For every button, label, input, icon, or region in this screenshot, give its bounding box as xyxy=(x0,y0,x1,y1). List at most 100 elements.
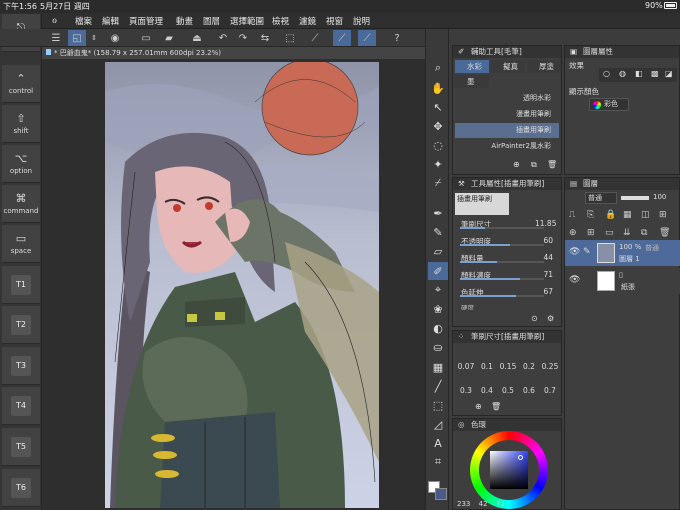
menu-edit[interactable]: 編輯 xyxy=(102,15,119,27)
slider-paint-amount[interactable]: 顏料量 44 xyxy=(455,252,573,264)
zoom-tool-icon[interactable]: ⌕ xyxy=(428,59,448,77)
display-color-select[interactable]: 彩色 xyxy=(589,98,629,111)
document-tab[interactable]: * 巴爺血鬼* (158.79 x 257.01mm 600dpi 23.2%) xyxy=(42,47,425,59)
t2-key[interactable]: T2 xyxy=(11,314,31,335)
brush-item-airpainter[interactable]: AirPainter2風水彩 xyxy=(455,139,559,154)
brush-tool-icon[interactable]: ✐ xyxy=(428,262,448,280)
redo-icon[interactable]: ↷ xyxy=(234,30,252,46)
effect-layer-color-icon[interactable]: ◧ xyxy=(635,69,643,78)
size-preset[interactable]: 0.25 xyxy=(539,362,561,371)
decoration-tool-icon[interactable]: ❀ xyxy=(428,300,448,318)
menu-selection[interactable]: 選擇範圍 xyxy=(230,15,264,27)
mask-icon[interactable]: ◫ xyxy=(641,210,650,220)
effect-dither-icon[interactable]: ▩ xyxy=(651,69,659,78)
hand-tool-icon[interactable]: ✋ xyxy=(428,79,448,97)
reference-layer-icon[interactable]: ⎘ xyxy=(587,210,594,220)
slider-brush-size[interactable]: 筆刷尺寸 11.85 xyxy=(455,218,573,230)
new-vector-layer-icon[interactable]: ⊞ xyxy=(587,228,595,238)
ruler-tool-icon[interactable]: ◿ xyxy=(428,415,448,433)
slider-paint-density[interactable]: 顏料濃度 71 xyxy=(455,269,573,281)
clip-layer-icon[interactable]: ⎍ xyxy=(569,210,575,220)
space-key[interactable]: ▭ space xyxy=(2,225,40,263)
move-layer-tool-icon[interactable]: ✥ xyxy=(428,117,448,135)
size-preset[interactable]: 0.07 xyxy=(455,362,477,371)
new-file-icon[interactable]: ▭ xyxy=(137,30,155,46)
merge-down-icon[interactable]: ⇊ xyxy=(623,228,631,238)
effect-tone-icon[interactable]: ◍ xyxy=(619,69,626,78)
lasso-tool-icon[interactable]: ◌ xyxy=(428,136,448,154)
size-preset[interactable]: 0.6 xyxy=(518,386,540,395)
slider-opacity[interactable]: 不透明度 60 xyxy=(455,235,573,247)
blend-mode-select[interactable]: 普通 xyxy=(585,192,617,204)
menu-page[interactable]: 頁面管理 xyxy=(129,15,163,27)
ruler-icon[interactable]: ⟋ xyxy=(306,30,324,46)
quick-access-icon[interactable]: ◱ xyxy=(68,30,86,46)
eyedropper-tool-icon[interactable]: ⌿ xyxy=(428,174,448,192)
layer-row-paper[interactable]: 👁 ▯ 紙張 xyxy=(565,268,680,294)
airbrush-tool-icon[interactable]: ⌖ xyxy=(428,281,448,299)
duplicate-layer-icon[interactable]: ⧉ xyxy=(641,228,647,238)
new-raster-layer-icon[interactable]: ⊕ xyxy=(569,228,577,238)
menu-layer[interactable]: 圖層 xyxy=(203,15,220,27)
t5-key[interactable]: T5 xyxy=(11,436,31,457)
hue-ring[interactable] xyxy=(470,431,548,509)
menu-view[interactable]: 檢視 xyxy=(272,15,289,27)
command-key[interactable]: ⌘ command xyxy=(2,185,40,223)
record-icon[interactable]: ◉ xyxy=(106,30,124,46)
size-preset[interactable]: 0.4 xyxy=(476,386,498,395)
add-size-icon[interactable]: ⊕ xyxy=(475,402,482,411)
t3-key[interactable]: T3 xyxy=(11,355,31,376)
eraser-tool-icon[interactable]: ▱ xyxy=(428,242,448,260)
chevron-updown-icon[interactable]: ⇕ xyxy=(89,30,99,46)
snap-ruler-icon[interactable]: ⟋ xyxy=(333,30,351,46)
transform-icon[interactable]: ⬚ xyxy=(281,30,299,46)
gradient-tool-icon[interactable]: ▦ xyxy=(428,358,448,376)
snap-special-ruler-icon[interactable]: ⟋ xyxy=(358,30,376,46)
subtool-tab-watercolor[interactable]: 水彩 xyxy=(455,60,489,73)
undo-icon[interactable]: ↶ xyxy=(214,30,232,46)
figure-tool-icon[interactable]: ╱ xyxy=(428,377,448,395)
size-preset[interactable]: 0.1 xyxy=(476,362,498,371)
menu-help[interactable]: 說明 xyxy=(353,15,370,27)
t4-key[interactable]: T4 xyxy=(11,395,31,416)
brush-item-transparent-watercolor[interactable]: 透明水彩 xyxy=(455,91,559,106)
eye-icon[interactable]: 👁 xyxy=(569,275,580,285)
option-key[interactable]: ⌥ option xyxy=(2,145,40,183)
delete-subtool-icon[interactable]: 🗑 xyxy=(547,160,557,169)
blend-tool-icon[interactable]: ◐ xyxy=(428,319,448,337)
layer-row-layer1[interactable]: 👁 ✎ 100 % 普通 圖層 1 xyxy=(565,240,680,266)
clip-studio-logo-icon[interactable]: ℴ xyxy=(52,13,57,26)
settings-wrench-icon[interactable]: ⚙ xyxy=(547,314,554,323)
t1-key[interactable]: T1 xyxy=(11,274,31,295)
t6-key[interactable]: T6 xyxy=(11,477,31,498)
opacity-slider[interactable] xyxy=(621,196,649,200)
help-icon[interactable]: ? xyxy=(388,30,406,46)
subtool-tab-realistic[interactable]: 擬真 xyxy=(491,60,525,73)
balloon-tool-icon[interactable]: ⌗ xyxy=(428,453,448,471)
subtool-tab-ink[interactable]: 墨 xyxy=(455,75,489,88)
brush-item-manga[interactable]: 漫畫用筆刷 xyxy=(455,107,559,122)
eye-icon[interactable]: 👁 xyxy=(569,247,580,257)
size-preset[interactable]: 0.7 xyxy=(539,386,561,395)
add-subtool-icon[interactable]: ⊕ xyxy=(513,160,520,169)
frame-tool-icon[interactable]: ⬚ xyxy=(428,396,448,414)
effect-extract-icon[interactable]: ◪ xyxy=(665,69,673,78)
sub-color-swatch[interactable] xyxy=(435,488,447,500)
lock-icon[interactable]: 🔒 xyxy=(605,210,616,220)
open-folder-icon[interactable]: ▰ xyxy=(160,30,178,46)
text-tool-icon[interactable]: A xyxy=(428,434,448,452)
delete-layer-icon[interactable]: 🗑 xyxy=(659,228,670,238)
shift-key[interactable]: ⇧ shift xyxy=(2,105,40,143)
color-cursor[interactable] xyxy=(518,455,523,460)
subtool-tab-thick-paint[interactable]: 厚塗 xyxy=(527,60,561,73)
size-preset[interactable]: 0.2 xyxy=(518,362,540,371)
brush-item-illustration[interactable]: 插畫用筆刷 xyxy=(455,123,559,138)
hamburger-menu-icon[interactable]: ☰ xyxy=(47,30,65,46)
menu-filter[interactable]: 濾鏡 xyxy=(299,15,316,27)
fill-tool-icon[interactable]: ⛀ xyxy=(428,338,448,356)
menu-animation[interactable]: 動畫 xyxy=(176,15,193,27)
pencil-tool-icon[interactable]: ✎ xyxy=(428,223,448,241)
save-icon[interactable]: ⏏ xyxy=(188,30,206,46)
delete-size-icon[interactable]: 🗑 xyxy=(491,402,501,411)
effect-border-icon[interactable]: ○ xyxy=(603,69,610,78)
